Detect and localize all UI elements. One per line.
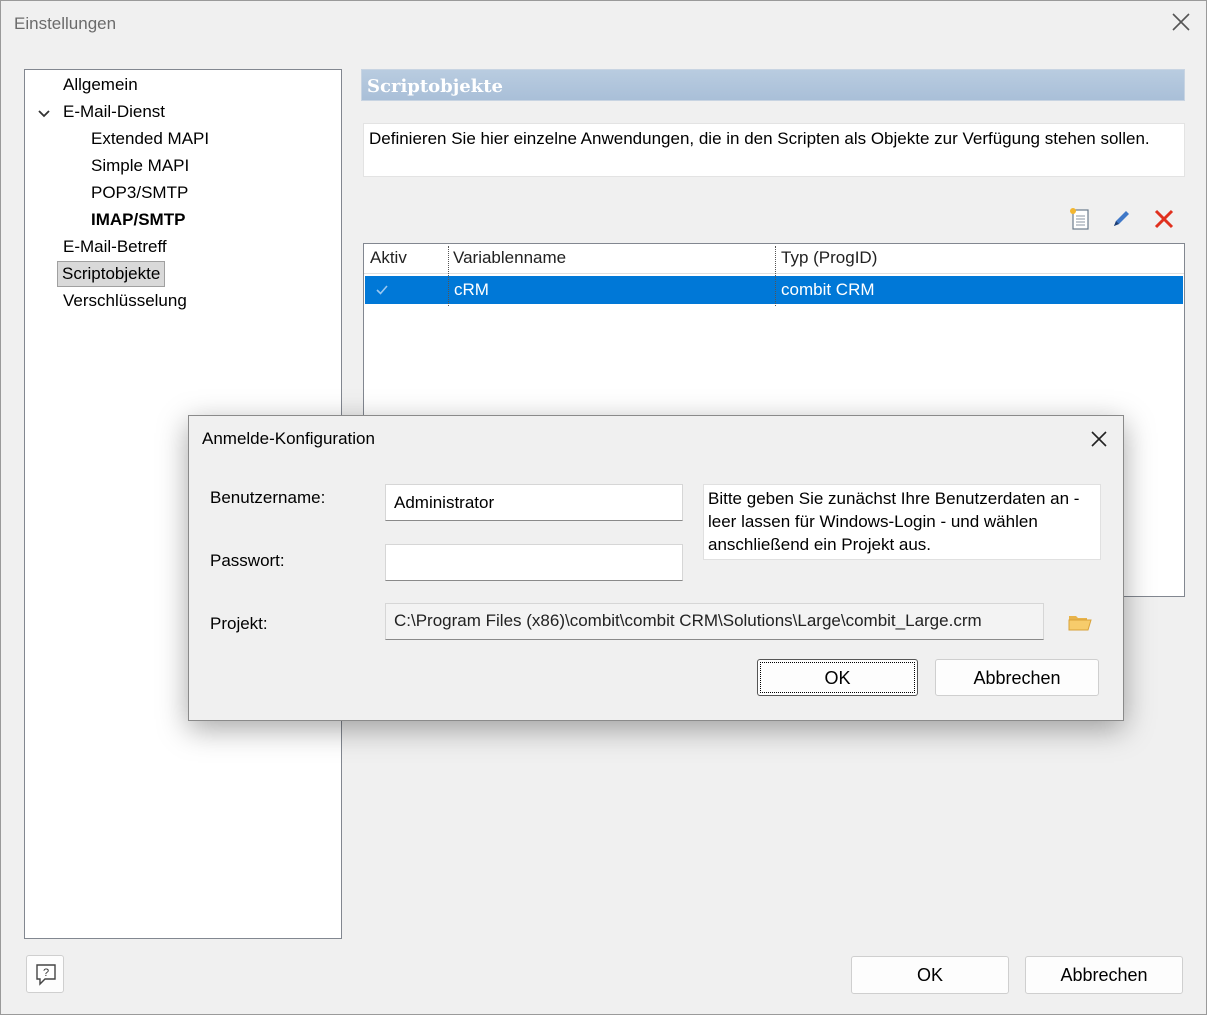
- password-label: Passwort:: [210, 551, 285, 570]
- tree-item-email-betreff[interactable]: E-Mail-Betreff: [63, 235, 167, 259]
- tree-item-extended-mapi[interactable]: Extended MAPI: [91, 127, 209, 151]
- username-label: Benutzername:: [210, 488, 326, 507]
- folder-open-icon[interactable]: [1067, 611, 1093, 633]
- window-title: Einstellungen: [14, 14, 117, 33]
- dialog-title: Anmelde-Konfiguration: [202, 429, 375, 448]
- help-bubble-icon: ?: [36, 964, 56, 986]
- login-hint: Bitte geben Sie zunächst Ihre Benutzerda…: [703, 484, 1101, 560]
- tree-item-imap-smtp[interactable]: IMAP/SMTP: [91, 208, 185, 232]
- panel-description: Definieren Sie hier einzelne Anwendungen…: [363, 123, 1185, 177]
- table-row[interactable]: cRM combit CRM: [365, 276, 1183, 304]
- close-icon[interactable]: [1170, 11, 1192, 33]
- cancel-button[interactable]: Abbrechen: [1025, 956, 1183, 994]
- project-path-field[interactable]: C:\Program Files (x86)\combit\combit CRM…: [385, 603, 1044, 640]
- username-field[interactable]: [385, 484, 683, 521]
- svg-text:?: ?: [43, 967, 49, 979]
- col-typ[interactable]: Typ (ProgID): [781, 248, 877, 268]
- delete-x-icon[interactable]: [1150, 205, 1178, 233]
- tree-item-scriptobjekte[interactable]: Scriptobjekte: [57, 261, 166, 287]
- checkmark-icon[interactable]: [375, 284, 389, 296]
- ok-button[interactable]: OK: [851, 956, 1009, 994]
- col-aktiv[interactable]: Aktiv: [370, 248, 407, 268]
- dialog-cancel-button[interactable]: Abbrechen: [935, 659, 1099, 696]
- grid-header: Aktiv Variablenname Typ (ProgID): [364, 244, 1184, 274]
- cell-typ: combit CRM: [781, 280, 875, 299]
- login-config-dialog: Anmelde-Konfiguration Benutzername: Pass…: [188, 415, 1124, 721]
- col-variablenname[interactable]: Variablenname: [453, 248, 566, 268]
- tree-item-verschluesselung[interactable]: Verschlüsselung: [63, 289, 187, 313]
- column-divider: [775, 246, 776, 306]
- panel-header: Scriptobjekte: [361, 69, 1185, 101]
- cell-variablenname: cRM: [454, 280, 489, 299]
- dialog-ok-button[interactable]: OK: [757, 659, 918, 696]
- tree-item-pop3-smtp[interactable]: POP3/SMTP: [91, 181, 188, 205]
- password-field[interactable]: [385, 544, 683, 581]
- new-document-icon[interactable]: [1066, 205, 1094, 233]
- help-button[interactable]: ?: [26, 955, 64, 993]
- titlebar: Einstellungen: [1, 1, 1206, 47]
- tree-item-allgemein[interactable]: Allgemein: [63, 73, 138, 97]
- panel-title: Scriptobjekte: [367, 76, 503, 97]
- project-label: Projekt:: [210, 614, 268, 633]
- tree-item-simple-mapi[interactable]: Simple MAPI: [91, 154, 189, 178]
- close-icon[interactable]: [1089, 429, 1109, 449]
- edit-pencil-icon[interactable]: [1107, 205, 1135, 233]
- column-divider: [448, 246, 449, 306]
- chevron-down-icon[interactable]: [37, 109, 51, 119]
- tree-item-email-dienst[interactable]: E-Mail-Dienst: [63, 100, 165, 124]
